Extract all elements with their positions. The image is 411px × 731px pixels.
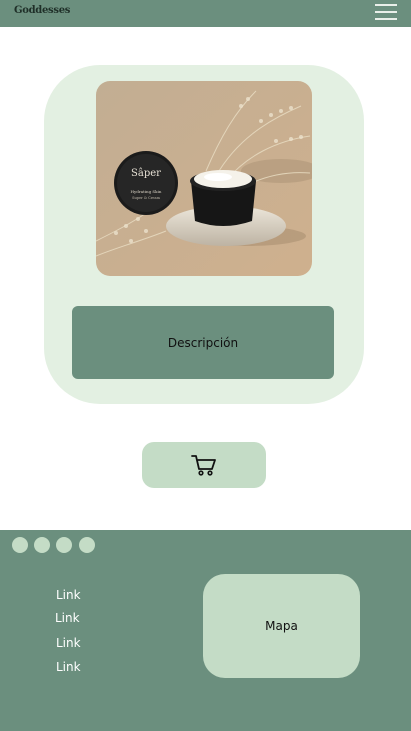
footer-link-3[interactable]: Link [56,636,81,650]
social-icon-2[interactable] [34,537,50,553]
footer-link-4[interactable]: Link [56,660,81,674]
product-image: Sâper Hydrating Skin Super & Cream [96,81,312,276]
footer-link-1[interactable]: Link [56,588,81,602]
jar-label-line1: Hydrating Skin [131,189,162,194]
top-nav-bar: Goddesses [0,0,411,27]
brand-logo[interactable]: Goddesses [14,5,70,16]
map-box[interactable]: Mapa [203,574,360,678]
hamburger-menu-icon[interactable] [375,3,397,21]
description-button[interactable]: Descripción [72,306,334,379]
add-to-cart-button[interactable] [142,442,266,488]
social-icon-4[interactable] [79,537,95,553]
social-icon-3[interactable] [56,537,72,553]
jar-label-line2: Super & Cream [132,196,160,200]
jar-brand-text: Sâper [131,168,161,179]
footer-link-2[interactable]: Link [55,611,80,625]
social-icon-1[interactable] [12,537,28,553]
shopping-cart-icon [191,455,216,476]
